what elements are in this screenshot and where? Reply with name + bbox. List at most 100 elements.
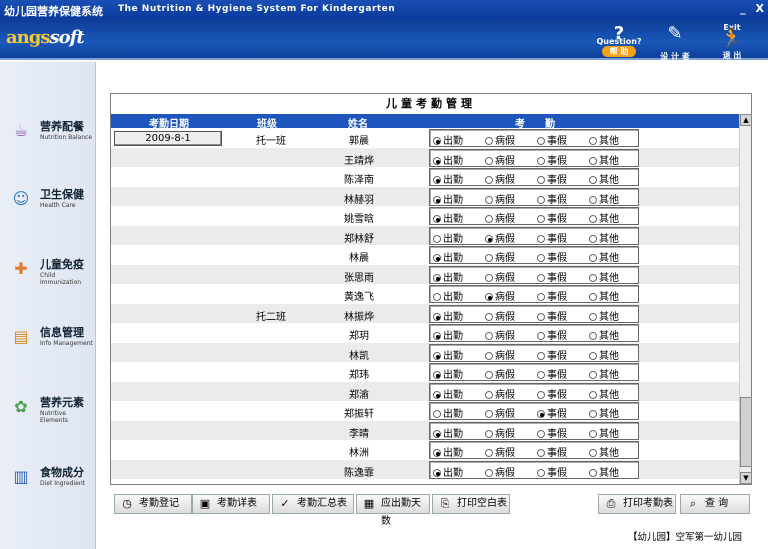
attendance-option[interactable]: 出勤 [433,464,463,479]
help-button[interactable]: ? Question? 帮 助 [594,23,644,57]
radio-icon[interactable] [433,312,441,321]
attendance-option[interactable]: 事假 [537,327,567,342]
radio-icon[interactable] [485,312,493,321]
radio-icon[interactable] [589,254,597,262]
radio-icon[interactable] [589,195,597,204]
attendance-option[interactable]: 其他 [589,210,619,225]
attendance-option[interactable]: 病假 [485,425,515,440]
attendance-option[interactable]: 出勤 [433,249,463,264]
attendance-option[interactable]: 出勤 [433,210,463,225]
scroll-thumb[interactable] [740,397,752,467]
radio-icon[interactable] [589,156,597,165]
designer-button[interactable]: ✎ 设 计 者 [656,23,694,62]
attendance-option[interactable]: 出勤 [433,230,463,245]
sidebar-item-0[interactable]: ☕ 营养配餐 Nutrition Balance [6,114,94,162]
attendance-option[interactable]: 病假 [485,230,515,245]
radio-icon[interactable] [433,156,441,165]
radio-icon[interactable] [485,215,493,223]
radio-icon[interactable] [537,332,545,340]
attendance-option[interactable]: 病假 [485,191,515,206]
attendance-summary-button[interactable]: ✓ 考勤汇总表 [272,494,354,514]
exit-button[interactable]: Exit 🏃 退 出 [710,23,754,61]
attendance-option[interactable]: 事假 [537,288,567,303]
attendance-option[interactable]: 事假 [537,444,567,459]
radio-icon[interactable] [589,137,597,145]
radio-icon[interactable] [589,273,597,282]
radio-icon[interactable] [433,273,441,282]
attendance-option[interactable]: 其他 [589,288,619,303]
attendance-option[interactable]: 事假 [537,152,567,167]
radio-icon[interactable] [485,468,493,477]
radio-icon[interactable] [433,371,441,379]
attendance-option[interactable]: 病假 [485,288,515,303]
radio-icon[interactable] [537,215,545,223]
attendance-option[interactable]: 病假 [485,464,515,479]
radio-icon[interactable] [589,215,597,223]
radio-icon[interactable] [537,410,545,418]
attendance-option[interactable]: 事假 [537,269,567,284]
radio-icon[interactable] [589,429,597,438]
attendance-option[interactable]: 出勤 [433,444,463,459]
radio-icon[interactable] [433,254,441,262]
attendance-option[interactable]: 事假 [537,347,567,362]
radio-icon[interactable] [537,195,545,204]
attendance-option[interactable]: 其他 [589,230,619,245]
attendance-option[interactable]: 其他 [589,464,619,479]
radio-icon[interactable] [537,137,545,145]
radio-icon[interactable] [589,468,597,477]
date-field[interactable]: 2009-8-1 [114,131,222,146]
attendance-option[interactable]: 其他 [589,386,619,401]
attendance-option[interactable]: 病假 [485,366,515,381]
attendance-option[interactable]: 事假 [537,191,567,206]
radio-icon[interactable] [485,429,493,438]
attendance-option[interactable]: 病假 [485,249,515,264]
sidebar-item-3[interactable]: ▤ 信息管理 Info Management [6,320,94,368]
attendance-option[interactable]: 事假 [537,405,567,420]
radio-icon[interactable] [589,176,597,184]
radio-icon[interactable] [433,332,441,340]
radio-icon[interactable] [589,351,597,360]
radio-icon[interactable] [485,410,493,418]
attendance-option[interactable]: 出勤 [433,152,463,167]
attendance-option[interactable]: 事假 [537,308,567,323]
attendance-option[interactable]: 其他 [589,269,619,284]
attendance-option[interactable]: 出勤 [433,171,463,186]
attendance-option[interactable]: 事假 [537,132,567,147]
attendance-option[interactable]: 病假 [485,132,515,147]
radio-icon[interactable] [589,234,597,243]
scroll-up-icon[interactable]: ▲ [740,114,752,126]
close-button[interactable]: X [756,2,764,15]
attendance-option[interactable]: 病假 [485,386,515,401]
radio-icon[interactable] [537,449,545,457]
radio-icon[interactable] [537,234,545,243]
attendance-option[interactable]: 其他 [589,132,619,147]
radio-icon[interactable] [537,293,545,301]
attendance-option[interactable]: 其他 [589,171,619,186]
radio-icon[interactable] [589,371,597,379]
radio-icon[interactable] [485,449,493,457]
radio-icon[interactable] [537,468,545,477]
radio-icon[interactable] [433,215,441,223]
attendance-option[interactable]: 其他 [589,249,619,264]
radio-icon[interactable] [485,371,493,379]
attendance-option[interactable]: 病假 [485,308,515,323]
query-button[interactable]: ⌕ 查 询 [680,494,750,514]
radio-icon[interactable] [433,293,441,301]
radio-icon[interactable] [485,273,493,282]
radio-icon[interactable] [433,137,441,145]
radio-icon[interactable] [485,332,493,340]
attendance-option[interactable]: 出勤 [433,269,463,284]
attendance-option[interactable]: 事假 [537,464,567,479]
attendance-option[interactable]: 其他 [589,347,619,362]
attendance-option[interactable]: 事假 [537,210,567,225]
radio-icon[interactable] [589,410,597,418]
radio-icon[interactable] [485,137,493,145]
attendance-option[interactable]: 事假 [537,425,567,440]
minimize-button[interactable]: _ [740,2,746,15]
radio-icon[interactable] [589,449,597,457]
radio-icon[interactable] [433,468,441,477]
attendance-option[interactable]: 其他 [589,191,619,206]
radio-icon[interactable] [485,176,493,184]
attendance-option[interactable]: 其他 [589,425,619,440]
scroll-down-icon[interactable]: ▼ [740,472,752,484]
